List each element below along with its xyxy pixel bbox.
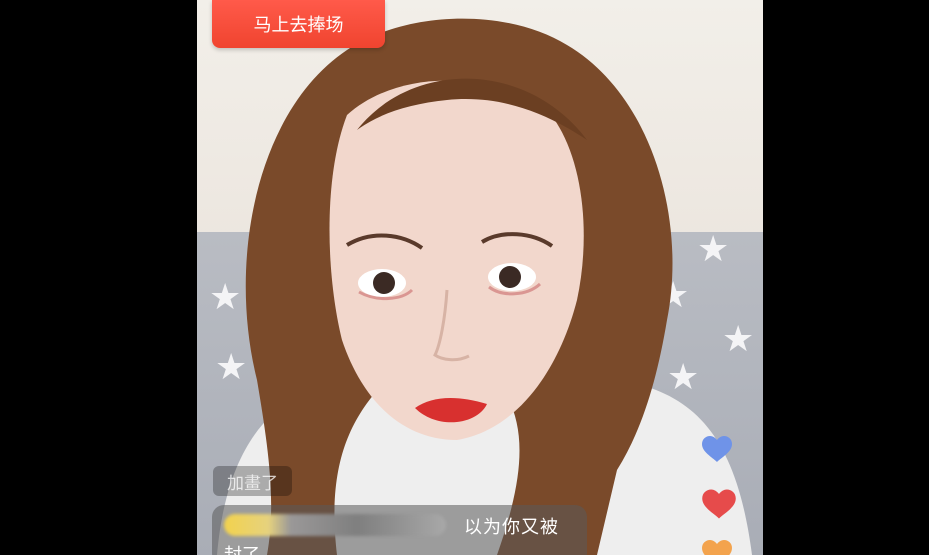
blurred-username: [224, 514, 446, 536]
heart-icon: [702, 489, 736, 519]
comment-text-line1: 以为你又被: [464, 517, 559, 538]
comment-text: 加畫了: [227, 473, 278, 494]
comment-text-line2: 封了: [224, 541, 260, 555]
banner-label: 马上去捧场: [253, 15, 344, 36]
heart-icon: [702, 540, 732, 555]
right-letterbox: [763, 0, 929, 555]
heart-icon: [702, 436, 732, 462]
comment-bubble: 以为你又被 封了: [212, 505, 587, 555]
live-stream-video[interactable]: ★ ★ ★ ★ ★ ★ 马上去捧场 加畫了 以为你又被 封了: [197, 0, 763, 555]
go-support-banner-button[interactable]: 马上去捧场: [212, 0, 385, 48]
left-letterbox: [0, 0, 197, 555]
comment-item: 加畫了: [213, 466, 292, 496]
